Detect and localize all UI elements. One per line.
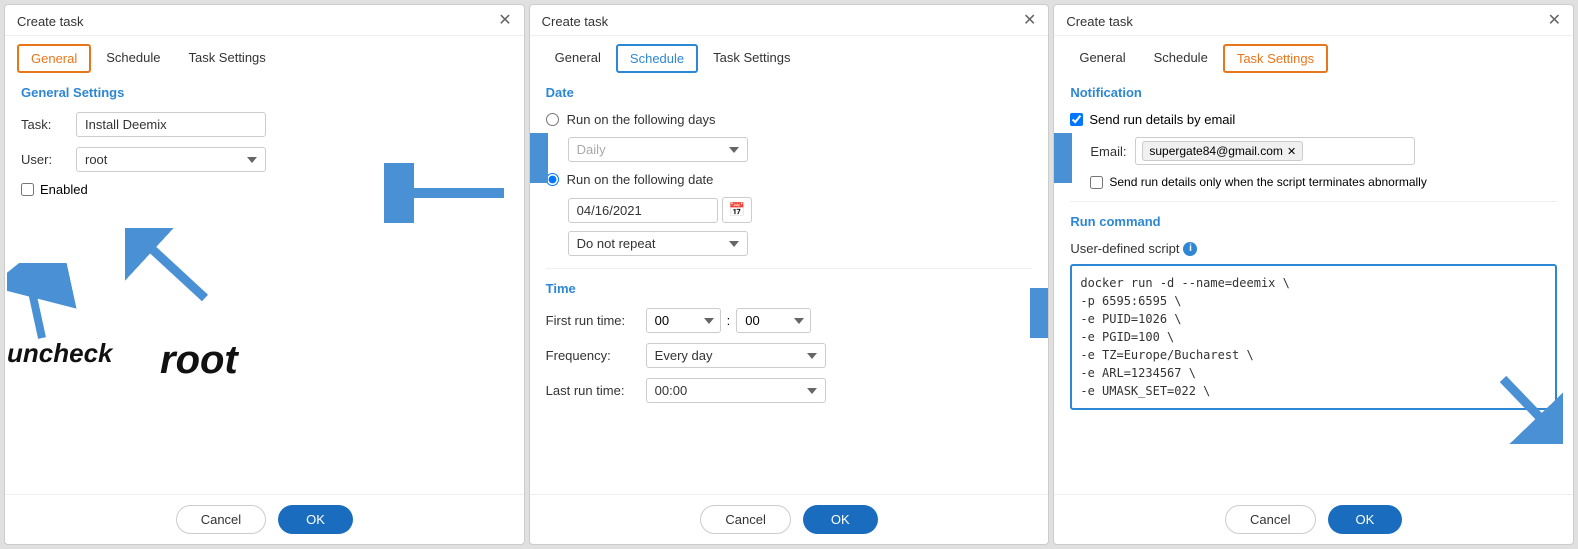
send-abnormal-label: Send run details only when the script te… bbox=[1109, 175, 1427, 189]
tab-general-2[interactable]: General bbox=[542, 44, 614, 73]
tab-task-settings-2[interactable]: Task Settings bbox=[700, 44, 803, 73]
dialog-3-body: Notification Send run details by email E… bbox=[1054, 73, 1573, 494]
email-label: Email: bbox=[1090, 144, 1135, 159]
arrow-up-checkbox bbox=[7, 263, 77, 343]
radio-following-date-row: Run on the following date bbox=[546, 172, 1033, 187]
cancel-button-3[interactable]: Cancel bbox=[1225, 505, 1315, 534]
date-time-divider bbox=[546, 268, 1033, 269]
ok-button-2[interactable]: OK bbox=[803, 505, 878, 534]
dialog-3-footer: Cancel OK bbox=[1054, 494, 1573, 544]
send-abnormal-checkbox[interactable] bbox=[1090, 176, 1103, 189]
dialog-schedule: Create task ✕ General Schedule Task Sett… bbox=[529, 4, 1050, 545]
tab-general-3[interactable]: General bbox=[1066, 44, 1138, 73]
send-email-checkbox[interactable] bbox=[1070, 113, 1083, 126]
dialog-2-close[interactable]: ✕ bbox=[1023, 13, 1036, 29]
email-row: Email: supergate84@gmail.com ✕ bbox=[1090, 137, 1557, 165]
arrow-left-repeat bbox=[1030, 288, 1048, 338]
repeat-row: Do not repeat Daily Weekly Monthly bbox=[568, 231, 1033, 256]
user-select[interactable]: root bbox=[76, 147, 266, 172]
frequency-row: Frequency: Every day Every hour Every 30… bbox=[546, 343, 1033, 368]
radio-date-label: Run on the following date bbox=[567, 172, 714, 187]
last-run-select[interactable]: 00:00 bbox=[646, 378, 826, 403]
radio-following-days[interactable] bbox=[546, 113, 559, 126]
enabled-row: Enabled bbox=[21, 182, 508, 197]
date-input[interactable] bbox=[568, 198, 718, 223]
frequency-select[interactable]: Every day Every hour Every 30 minutes bbox=[646, 343, 826, 368]
dialog-2-header: Create task ✕ bbox=[530, 5, 1049, 36]
radio-following-days-row: Run on the following days bbox=[546, 112, 1033, 127]
first-run-label: First run time: bbox=[546, 313, 646, 328]
task-field-row: Task: bbox=[21, 112, 508, 137]
tab-task-settings-1[interactable]: Task Settings bbox=[175, 44, 278, 73]
tab-schedule-3[interactable]: Schedule bbox=[1141, 44, 1221, 73]
email-remove-icon[interactable]: ✕ bbox=[1287, 145, 1296, 158]
root-annotation: root bbox=[160, 338, 238, 383]
task-input[interactable] bbox=[76, 112, 266, 137]
ok-button-1[interactable]: OK bbox=[278, 505, 353, 534]
dialog-1-body: General Settings Task: User: root Enable… bbox=[5, 73, 524, 494]
dialog-general: Create task ✕ General Schedule Task Sett… bbox=[4, 4, 525, 545]
general-settings-title: General Settings bbox=[21, 85, 508, 100]
email-value: supergate84@gmail.com bbox=[1149, 144, 1283, 158]
notification-title: Notification bbox=[1070, 85, 1557, 100]
email-tag: supergate84@gmail.com ✕ bbox=[1142, 141, 1303, 161]
cancel-button-2[interactable]: Cancel bbox=[700, 505, 790, 534]
frequency-label: Frequency: bbox=[546, 348, 646, 363]
tab-schedule-1[interactable]: Schedule bbox=[93, 44, 173, 73]
user-field-row: User: root bbox=[21, 147, 508, 172]
info-icon[interactable]: i bbox=[1183, 242, 1197, 256]
dialog-1-close[interactable]: ✕ bbox=[498, 13, 511, 29]
email-input-wrap[interactable]: supergate84@gmail.com ✕ bbox=[1135, 137, 1415, 165]
arrow-user-select bbox=[125, 228, 215, 308]
time-section-title: Time bbox=[546, 281, 1033, 296]
dialog-2-body: Date Run on the following days Daily Run… bbox=[530, 73, 1049, 494]
first-run-minutes[interactable]: 00 bbox=[736, 308, 811, 333]
time-colon: : bbox=[727, 313, 731, 328]
radio-days-label: Run on the following days bbox=[567, 112, 716, 127]
send-abnormal-row: Send run details only when the script te… bbox=[1090, 175, 1557, 189]
dialog-3-header: Create task ✕ bbox=[1054, 5, 1573, 36]
dialog-2-title: Create task bbox=[542, 14, 608, 29]
send-email-row: Send run details by email bbox=[1070, 112, 1557, 127]
send-email-label: Send run details by email bbox=[1089, 112, 1235, 127]
dialog-1-tabs: General Schedule Task Settings bbox=[5, 36, 524, 73]
dialog-3-title: Create task bbox=[1066, 14, 1132, 29]
first-run-hours[interactable]: 00 bbox=[646, 308, 721, 333]
dialog-2-tabs: General Schedule Task Settings bbox=[530, 36, 1049, 73]
daily-select[interactable]: Daily bbox=[568, 137, 748, 162]
radio-following-date[interactable] bbox=[546, 173, 559, 186]
uncheck-annotation: uncheck bbox=[7, 338, 113, 369]
first-run-time-inputs: 00 : 00 bbox=[646, 308, 812, 333]
date-section-title: Date bbox=[546, 85, 1033, 100]
task-label: Task: bbox=[21, 117, 76, 132]
user-defined-label: User-defined script bbox=[1070, 241, 1179, 256]
date-input-row: 📅 bbox=[568, 197, 1033, 223]
enabled-checkbox[interactable] bbox=[21, 183, 34, 196]
dialog-task-settings: Create task ✕ General Schedule Task Sett… bbox=[1053, 4, 1574, 545]
arrow-right-task-settings bbox=[1054, 133, 1072, 183]
first-run-row: First run time: 00 : 00 bbox=[546, 308, 1033, 333]
ok-button-3[interactable]: OK bbox=[1328, 505, 1403, 534]
last-run-label: Last run time: bbox=[546, 383, 646, 398]
enabled-label: Enabled bbox=[40, 182, 88, 197]
dialog-3-close[interactable]: ✕ bbox=[1548, 13, 1561, 29]
calendar-button[interactable]: 📅 bbox=[722, 197, 753, 223]
dialog-1-footer: Cancel OK bbox=[5, 494, 524, 544]
dialog-3-tabs: General Schedule Task Settings bbox=[1054, 36, 1573, 73]
repeat-select[interactable]: Do not repeat Daily Weekly Monthly bbox=[568, 231, 748, 256]
notification-run-divider bbox=[1070, 201, 1557, 202]
user-label: User: bbox=[21, 152, 76, 167]
tab-general-1[interactable]: General bbox=[17, 44, 91, 73]
tab-schedule-2[interactable]: Schedule bbox=[616, 44, 698, 73]
script-box[interactable]: docker run -d --name=deemix \ -p 6595:65… bbox=[1070, 264, 1557, 410]
dialog-1-header: Create task ✕ bbox=[5, 5, 524, 36]
dialog-1-title: Create task bbox=[17, 14, 83, 29]
last-run-row: Last run time: 00:00 bbox=[546, 378, 1033, 403]
dialog-2-footer: Cancel OK bbox=[530, 494, 1049, 544]
run-command-title: Run command bbox=[1070, 214, 1557, 229]
tab-task-settings-3[interactable]: Task Settings bbox=[1223, 44, 1328, 73]
cancel-button-1[interactable]: Cancel bbox=[176, 505, 266, 534]
user-defined-row: User-defined script i bbox=[1070, 241, 1557, 256]
